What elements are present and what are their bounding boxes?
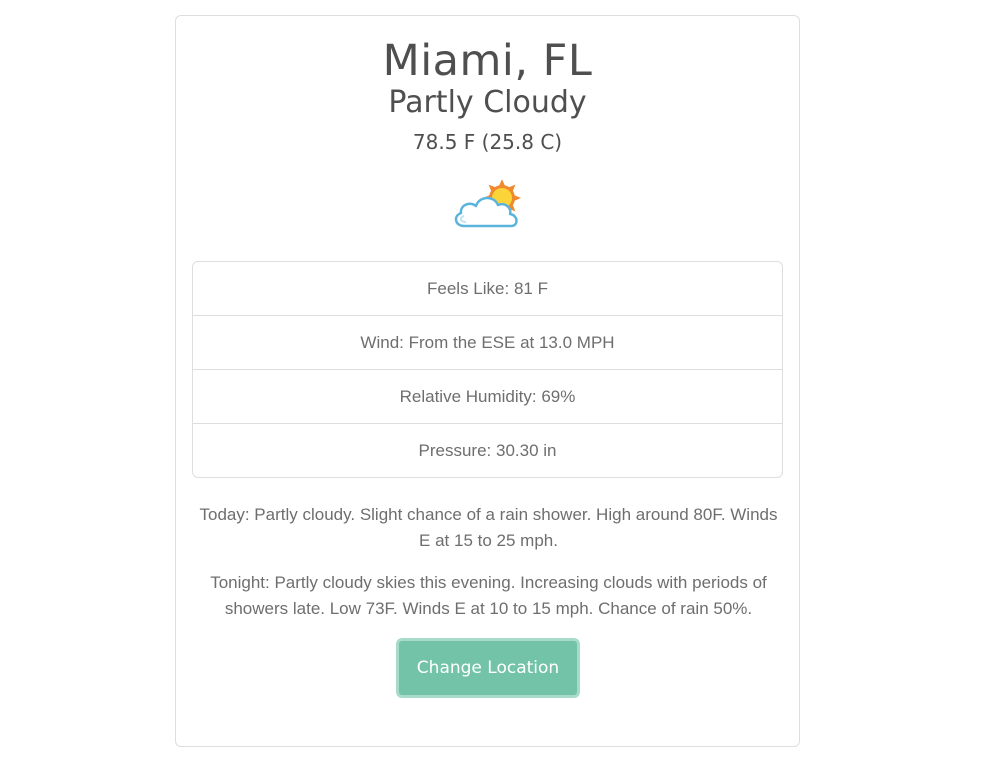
- temperature-text: 78.5 F (25.8 C): [412, 130, 563, 154]
- weather-card: Miami, FL Partly Cloudy 78.5 F (25.8 C) …: [175, 15, 800, 747]
- partly-cloudy-icon: [454, 180, 521, 228]
- forecast-tonight: Tonight: Partly cloudy skies this evenin…: [210, 573, 767, 618]
- condition-text: Partly Cloudy: [388, 85, 587, 120]
- pressure-row: Pressure: 30.30 in: [418, 441, 557, 460]
- forecast-today: Today: Partly cloudy. Slight chance of a…: [199, 505, 778, 550]
- feels-like-row: Feels Like: 81 F: [193, 262, 782, 316]
- wind-row: Wind: From the ESE at 13.0 MPH: [193, 316, 782, 370]
- humidity-row: Relative Humidity: 69%: [193, 370, 782, 424]
- city-title: Miami, FL: [382, 36, 593, 86]
- change-location-button[interactable]: Change Location: [396, 638, 580, 698]
- weather-details-list: Feels Like: 81 F Wind: From the ESE at 1…: [192, 261, 783, 478]
